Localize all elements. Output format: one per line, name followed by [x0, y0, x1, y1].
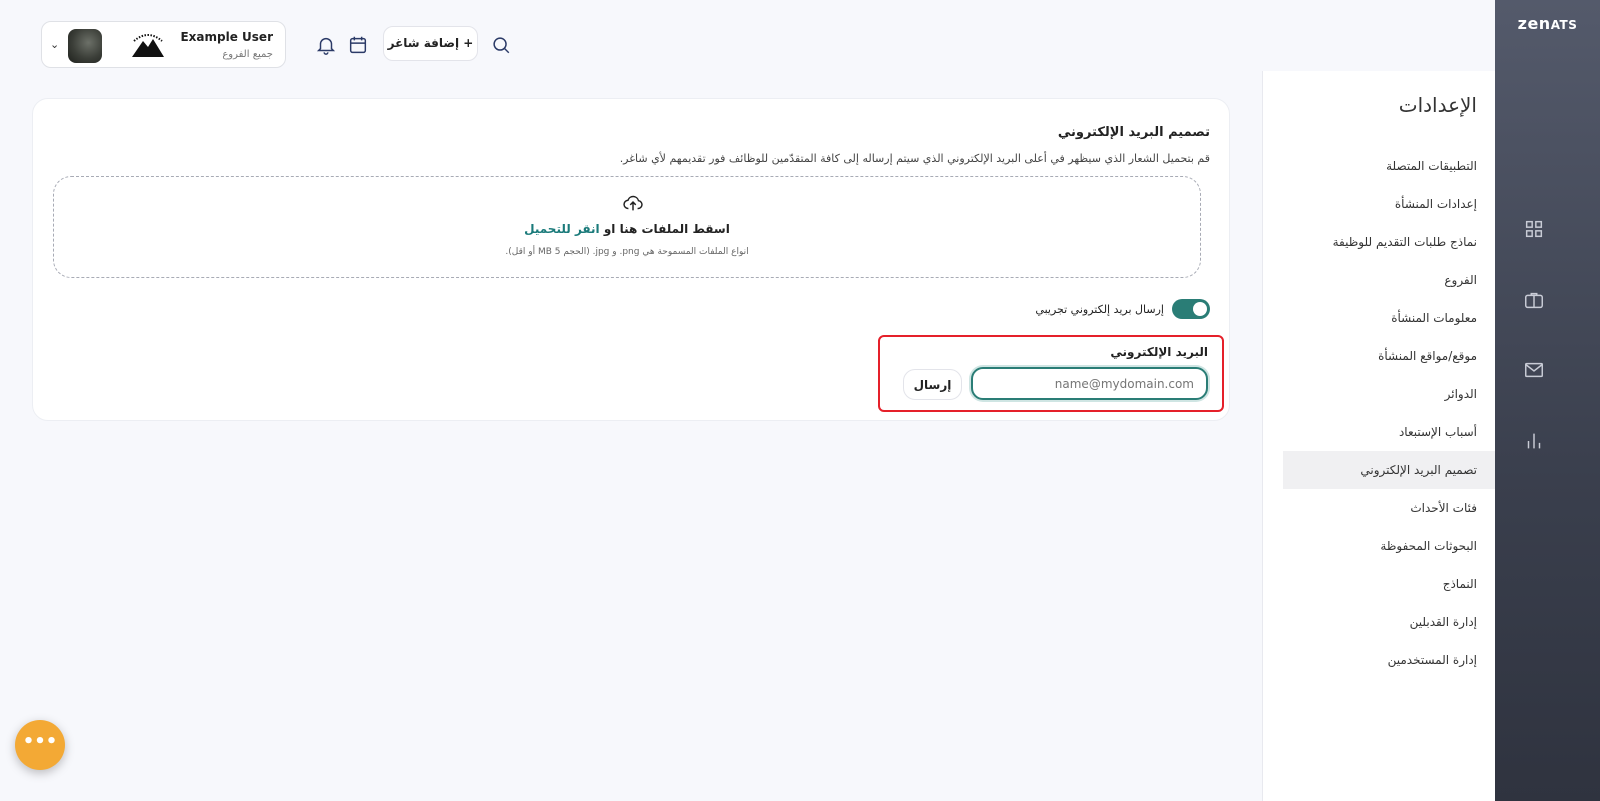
settings-item-candidate-management[interactable]: إدارة القدبلين: [1263, 603, 1495, 641]
user-branch: جميع الفروع: [222, 49, 273, 60]
page-title: تصميم البريد الإلكتروني: [1057, 125, 1210, 140]
settings-item-company-info[interactable]: معلومات المنشأة: [1263, 299, 1495, 337]
test-email-input[interactable]: [971, 367, 1208, 400]
company-logo-icon: [128, 31, 168, 61]
settings-item-rejection-reasons[interactable]: أسباب الإستبعاد: [1263, 413, 1495, 451]
test-email-section: البريد الإلكتروني إرسال: [878, 335, 1224, 412]
mail-icon[interactable]: [1523, 359, 1545, 381]
email-design-card: تصميم البريد الإلكتروني قم بتحميل الشعار…: [32, 98, 1230, 421]
settings-item-company-settings[interactable]: إعدادات المنشأة: [1263, 185, 1495, 223]
app-rail: zenATS: [1495, 0, 1600, 801]
test-email-toggle-row: إرسال بريد إلكتروني تجريبي: [1035, 298, 1210, 320]
drop-text-main: اسقط الملفات هنا او: [599, 222, 730, 236]
bell-icon[interactable]: [315, 34, 337, 56]
toggle-knob: [1193, 302, 1207, 316]
settings-item-user-management[interactable]: إدارة المستخدمين: [1263, 641, 1495, 679]
settings-sidebar: الإعدادات التطبيقات المتصلة إعدادات المن…: [1262, 71, 1495, 801]
allowed-file-types: انواع الملفات المسموحة هي png. و jpg. (ا…: [505, 247, 749, 257]
drop-text: اسقط الملفات هنا او انقر للتحميل: [54, 222, 1200, 236]
page-description: قم بتحميل الشعار الذي سيظهر في أعلى البر…: [619, 152, 1210, 165]
logo-main-text: zen: [1517, 14, 1551, 33]
briefcase-icon[interactable]: [1523, 289, 1545, 311]
settings-item-company-locations[interactable]: موقع/مواقع المنشأة: [1263, 337, 1495, 375]
logo-accent-text: ATS: [1550, 18, 1578, 32]
zenats-logo[interactable]: zenATS: [1495, 14, 1600, 33]
more-actions-button[interactable]: •••: [15, 720, 65, 770]
user-name: Example User: [180, 30, 273, 44]
calendar-icon[interactable]: [347, 34, 369, 56]
search-icon[interactable]: [490, 34, 512, 56]
settings-nav: التطبيقات المتصلة إعدادات المنشأة نماذج …: [1263, 147, 1495, 679]
chevron-down-icon[interactable]: ⌄: [50, 38, 59, 51]
chart-icon[interactable]: [1523, 430, 1545, 452]
settings-item-departments[interactable]: الدوائر: [1263, 375, 1495, 413]
settings-item-templates[interactable]: النماذج: [1263, 565, 1495, 603]
settings-item-email-design[interactable]: تصميم البريد الإلكتروني: [1283, 451, 1495, 489]
grid-icon[interactable]: [1523, 218, 1545, 240]
upload-link[interactable]: انقر للتحميل: [524, 222, 600, 236]
settings-item-application-forms[interactable]: نماذج طلبات التقديم للوظيفة: [1263, 223, 1495, 261]
settings-item-branches[interactable]: الفروع: [1263, 261, 1495, 299]
settings-item-event-categories[interactable]: فئات الأحداث: [1263, 489, 1495, 527]
cloud-upload-icon: [622, 192, 644, 214]
settings-title: الإعدادات: [1398, 93, 1477, 117]
add-vacancy-button[interactable]: + إضافة شاغر: [383, 26, 478, 61]
settings-item-saved-searches[interactable]: البحوثات المحفوظة: [1263, 527, 1495, 565]
send-test-email-button[interactable]: إرسال: [903, 369, 962, 400]
profile-switcher[interactable]: ⌄ Example User جميع الفروع: [41, 21, 286, 68]
settings-item-connected-apps[interactable]: التطبيقات المتصلة: [1263, 147, 1495, 185]
test-email-toggle-label: إرسال بريد إلكتروني تجريبي: [1035, 302, 1164, 316]
avatar: [68, 29, 102, 63]
email-label: البريد الإلكتروني: [1110, 345, 1208, 359]
test-email-toggle[interactable]: [1172, 299, 1210, 319]
logo-upload-dropzone[interactable]: اسقط الملفات هنا او انقر للتحميل انواع ا…: [53, 176, 1201, 278]
